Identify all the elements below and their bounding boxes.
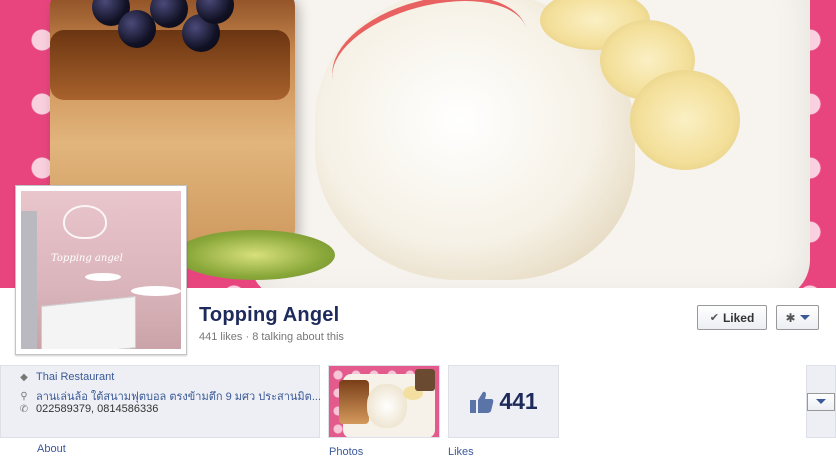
more-apps-tile [806,365,836,438]
phone-text: 022589379, 0814586336 [36,403,159,415]
likes-count: 441 [499,388,538,414]
location-pin-icon: ⚲ [20,390,28,402]
category-link[interactable]: Thai Restaurant [36,371,114,383]
photo-thumb-toast [339,380,369,424]
cover-toast-top [50,30,290,100]
likes-tile[interactable]: 441 [448,365,559,438]
gear-icon: ✱ [785,310,796,325]
photos-link[interactable]: Photos [329,446,363,458]
cover-kiwi [175,230,335,280]
cover-banana [630,70,740,170]
chevron-down-icon [816,399,826,404]
profile-door [21,211,37,349]
chevron-down-icon [799,315,810,320]
settings-dropdown-button[interactable]: ✱ [776,305,819,330]
profile-table [131,286,181,296]
angel-logo-icon [63,205,107,239]
checkmark-icon: ✔ [709,312,719,324]
likes-link[interactable]: Likes [448,446,474,458]
tag-icon: ◆ [20,371,28,383]
more-apps-button[interactable] [807,392,835,411]
category-row: ◆ Thai Restaurant [18,371,114,383]
profile-display-case [41,296,136,349]
photos-tile[interactable] [328,365,440,438]
phone-icon: ✆ [19,403,29,415]
thumbs-up-icon [469,390,495,414]
profile-table [85,273,121,281]
about-link[interactable]: About [37,443,66,455]
profile-picture[interactable]: Topping angel [15,185,187,355]
profile-picture-image: Topping angel [21,191,181,349]
page-title[interactable]: Topping Angel [199,304,339,327]
photo-thumb-cream [367,384,407,428]
photo-thumb-bottle [415,369,435,391]
page-stats: 441 likes · 8 talking about this [199,331,344,343]
phone-row: ✆ 022589379, 0814586336 [18,403,159,415]
profile-logo-text: Topping angel [51,253,123,264]
liked-button-label: Liked [722,310,755,325]
liked-button[interactable]: ✔ Liked [697,305,767,330]
